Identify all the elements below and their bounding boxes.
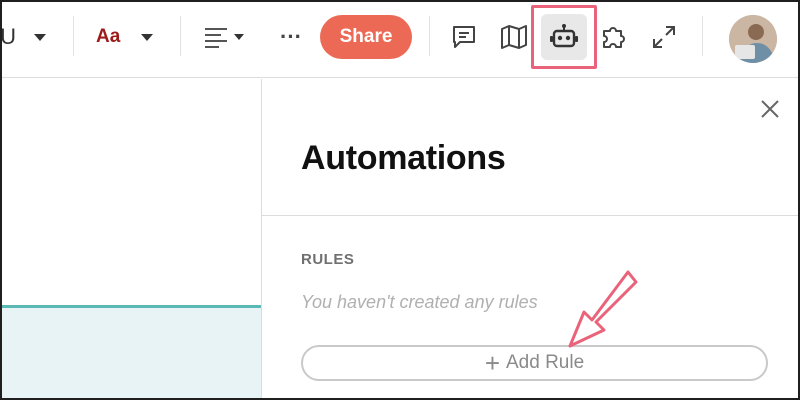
expand-icon[interactable]	[648, 20, 680, 54]
toolbar-divider	[180, 16, 181, 56]
robot-icon	[541, 14, 587, 60]
plus-icon: +	[484, 348, 500, 378]
toolbar-divider	[702, 16, 703, 56]
automations-button[interactable]	[531, 5, 597, 69]
chevron-down-icon[interactable]	[34, 34, 46, 41]
automations-panel: Automations RULES You haven't created an…	[261, 79, 798, 398]
divider	[262, 215, 798, 216]
avatar[interactable]	[729, 15, 777, 63]
toolbar-divider	[429, 16, 430, 56]
underline-button[interactable]: U	[2, 20, 16, 54]
empty-rules-message: You haven't created any rules	[301, 292, 538, 312]
chevron-down-icon[interactable]	[234, 34, 244, 40]
close-icon[interactable]	[756, 95, 784, 123]
toolbar: U Aa ··· Share	[2, 2, 798, 78]
chevron-down-icon[interactable]	[141, 34, 153, 41]
map-icon[interactable]	[498, 20, 530, 54]
puzzle-icon[interactable]	[598, 20, 630, 54]
rules-section-label: RULES	[301, 251, 355, 268]
app-window: U Aa ··· Share	[0, 0, 800, 400]
panel-title: Automations	[301, 139, 506, 177]
toolbar-divider	[73, 16, 74, 56]
comment-icon[interactable]	[448, 20, 480, 54]
text-style-button[interactable]: Aa	[96, 22, 120, 52]
add-rule-button[interactable]: + Add Rule	[301, 345, 768, 381]
share-button[interactable]: Share	[320, 15, 412, 59]
add-rule-label: Add Rule	[506, 352, 585, 373]
more-options-button[interactable]: ···	[280, 22, 302, 52]
highlighted-row[interactable]	[2, 308, 261, 398]
align-left-icon[interactable]	[204, 26, 228, 48]
